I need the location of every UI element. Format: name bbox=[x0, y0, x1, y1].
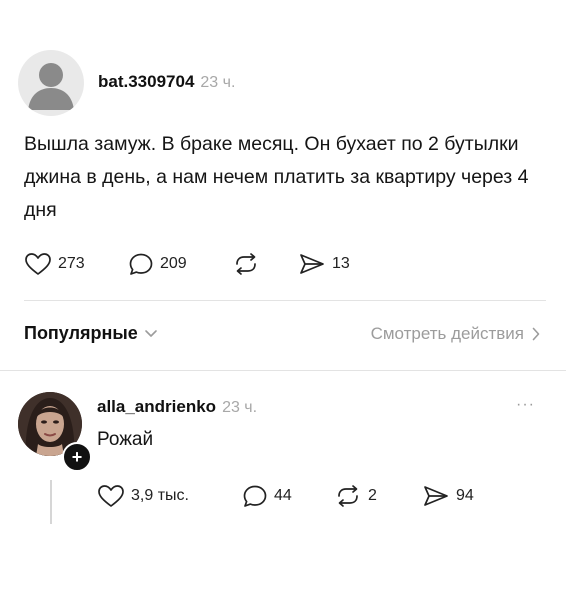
comment-icon bbox=[243, 485, 267, 507]
reply-share-count: 94 bbox=[456, 487, 474, 504]
reply-repost-button[interactable]: 2 bbox=[334, 484, 377, 508]
divider bbox=[24, 300, 546, 301]
plus-icon: + bbox=[71, 447, 83, 467]
reply-text: Рожай bbox=[97, 429, 154, 450]
post-time: 23 ч. bbox=[200, 74, 236, 91]
post-share-count: 13 bbox=[332, 255, 350, 272]
post-comment-count: 209 bbox=[160, 255, 187, 272]
reply-share-button[interactable]: 94 bbox=[422, 484, 474, 508]
post-header: bat.3309704 23 ч. bbox=[98, 72, 235, 92]
heart-icon bbox=[98, 485, 124, 507]
reply-like-count: 3,9 тыс. bbox=[131, 487, 189, 504]
post-share-button[interactable]: 13 bbox=[298, 252, 350, 276]
post-username[interactable]: bat.3309704 bbox=[98, 72, 194, 92]
thread-line bbox=[50, 480, 52, 524]
reply-comment-button[interactable]: 44 bbox=[242, 484, 292, 508]
share-icon bbox=[300, 254, 324, 274]
post-repost-button[interactable] bbox=[232, 252, 260, 276]
sort-dropdown[interactable]: Популярные bbox=[24, 323, 158, 344]
more-options-icon[interactable]: ··· bbox=[516, 396, 535, 414]
view-activity-label: Смотреть действия bbox=[370, 324, 524, 343]
reply-like-button[interactable]: 3,9 тыс. bbox=[97, 484, 189, 508]
chevron-right-icon bbox=[532, 327, 540, 341]
reply-username[interactable]: alla_andrienko bbox=[97, 397, 216, 417]
post-comment-button[interactable]: 209 bbox=[128, 252, 187, 276]
reply-repost-count: 2 bbox=[368, 487, 377, 504]
chevron-down-icon bbox=[144, 329, 157, 337]
sort-label: Популярные bbox=[24, 323, 138, 343]
reply-comment-count: 44 bbox=[274, 487, 292, 504]
view-activity-link[interactable]: Смотреть действия bbox=[371, 324, 540, 344]
divider bbox=[0, 370, 566, 371]
share-icon bbox=[424, 486, 448, 506]
post-like-count: 273 bbox=[58, 255, 85, 272]
comment-icon bbox=[129, 253, 153, 275]
heart-icon bbox=[25, 253, 51, 275]
post-avatar[interactable] bbox=[18, 50, 84, 116]
follow-plus-button[interactable]: + bbox=[62, 442, 92, 472]
repost-icon bbox=[236, 253, 256, 275]
reply-header: alla_andrienko 23 ч. bbox=[97, 397, 257, 417]
post-like-button[interactable]: 273 bbox=[24, 252, 85, 276]
default-avatar-icon bbox=[28, 63, 74, 110]
repost-icon bbox=[338, 485, 358, 507]
post-text: Вышла замуж. В браке месяц. Он бухает по… bbox=[24, 133, 529, 221]
reply-time: 23 ч. bbox=[222, 399, 258, 416]
